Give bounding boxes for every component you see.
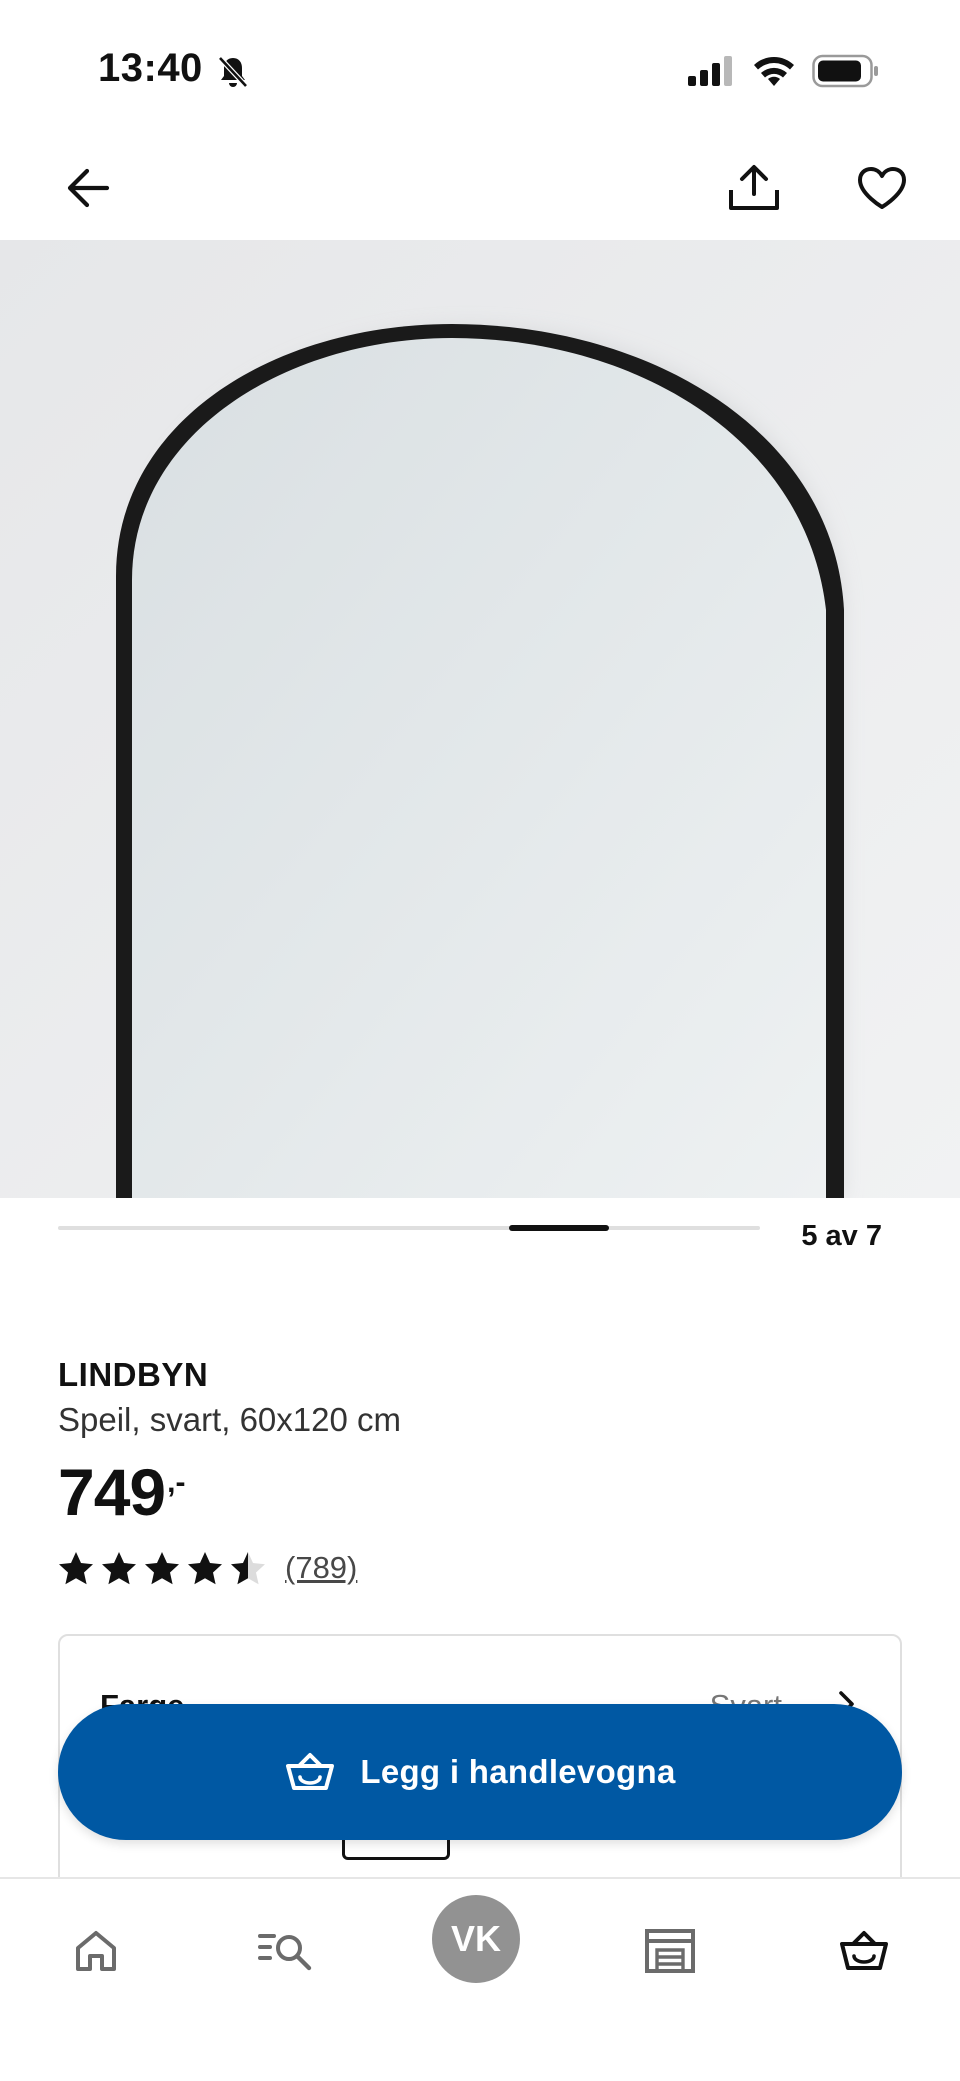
basket-icon <box>286 1753 335 1790</box>
share-icon <box>729 165 779 210</box>
back-button[interactable] <box>56 156 120 220</box>
top-nav-bar <box>0 140 960 240</box>
star-full-icon <box>145 1552 179 1585</box>
carousel-progress-indicator <box>509 1225 610 1231</box>
mirror-photo <box>0 240 960 1198</box>
product-image[interactable] <box>0 240 960 1198</box>
cellular-signal-icon <box>688 56 732 86</box>
tab-cart[interactable] <box>816 1903 912 1999</box>
wifi-icon <box>754 57 794 86</box>
heart-icon <box>858 167 906 209</box>
price-suffix: ,- <box>167 1466 186 1499</box>
product-page: 13:40 5 av 7 LINDBYN Speil, svart, 60x12… <box>0 0 960 2081</box>
star-half-icon <box>231 1552 265 1585</box>
home-icon <box>76 1931 116 1971</box>
tab-stores[interactable] <box>622 1903 718 1999</box>
product-price: 749,- <box>58 1452 185 1532</box>
arrow-left-icon <box>67 168 110 208</box>
product-description: Speil, svart, 60x120 cm <box>58 1401 401 1438</box>
review-count-link[interactable]: (789) <box>285 1550 357 1586</box>
product-name: LINDBYN <box>58 1356 209 1393</box>
tab-profile-avatar[interactable]: VK <box>432 1895 520 1983</box>
store-icon <box>645 1929 695 1973</box>
star-full-icon <box>59 1552 93 1585</box>
cart-basket-icon <box>840 1931 888 1970</box>
add-to-cart-button[interactable]: Legg i handlevogna <box>58 1704 902 1840</box>
add-to-cart-label: Legg i handlevogna <box>360 1753 676 1790</box>
image-carousel-progress <box>58 1225 760 1231</box>
battery-icon <box>812 54 878 88</box>
price-value: 749 <box>58 1455 166 1529</box>
product-rating[interactable]: (789) <box>58 1548 357 1588</box>
favorite-button[interactable] <box>850 156 914 220</box>
profile-initials: VK <box>450 1918 501 1959</box>
tab-home[interactable] <box>48 1903 144 1999</box>
status-time: 13:40 <box>98 46 203 90</box>
star-full-icon <box>188 1552 222 1585</box>
search-list-icon <box>258 1934 312 1971</box>
share-button[interactable] <box>722 156 786 220</box>
star-full-icon <box>102 1552 136 1585</box>
status-bar: 13:40 <box>0 0 960 140</box>
bottom-tab-bar: VK <box>0 1877 960 2081</box>
tab-search[interactable] <box>238 1903 334 1999</box>
bell-slash-icon <box>218 56 248 88</box>
image-counter: 5 av 7 <box>801 1220 882 1252</box>
